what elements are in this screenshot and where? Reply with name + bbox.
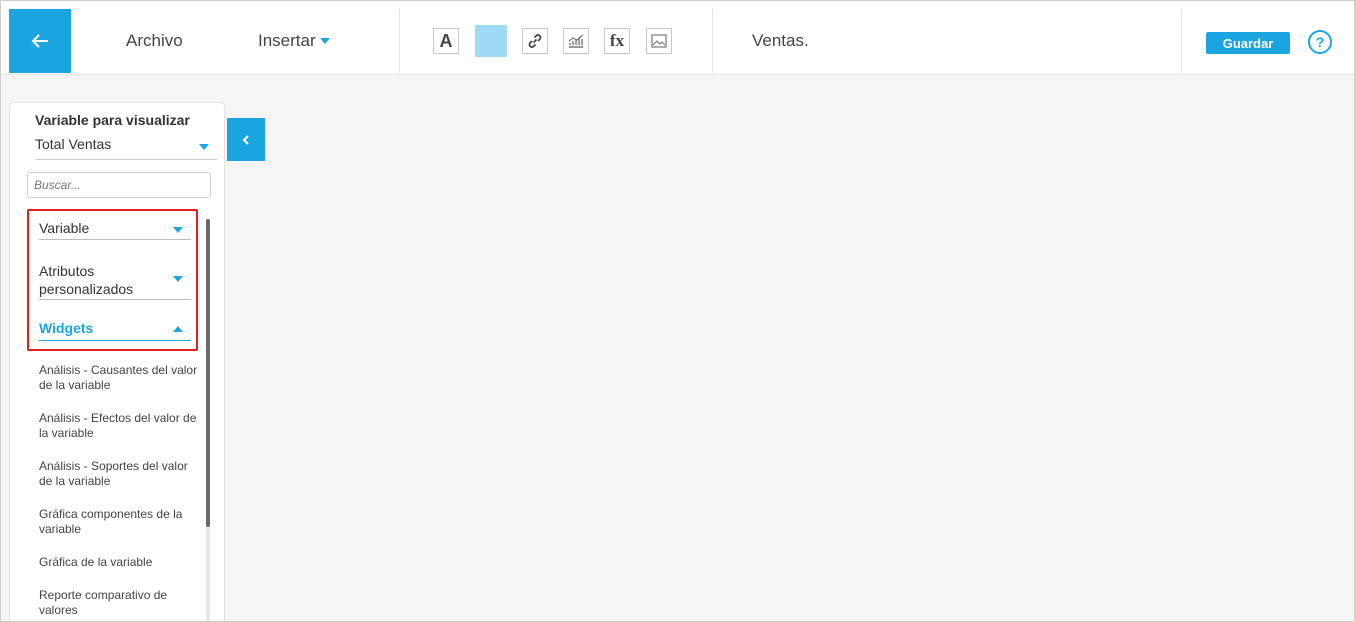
menu-insertar-label: Insertar (258, 31, 316, 50)
collapse-panel-button[interactable] (227, 118, 265, 161)
top-toolbar: Archivo Insertar A fx Ventas. Guardar ? (1, 1, 1354, 75)
panel-title: Variable para visualizar (35, 112, 190, 128)
text-icon: A (439, 30, 453, 51)
menu-insertar[interactable]: Insertar (258, 31, 330, 51)
back-arrow-icon (31, 34, 48, 48)
divider (712, 9, 713, 73)
variable-side-panel: Variable para visualizar Total Ventas Va… (9, 102, 225, 621)
chart-icon (568, 34, 584, 48)
chevron-left-icon (242, 134, 249, 145)
chevron-down-icon (319, 38, 330, 44)
document-title: Ventas. (752, 31, 809, 50)
highlight-annotation (27, 209, 198, 351)
variable-select[interactable]: Total Ventas (35, 136, 217, 160)
widget-list: Análisis - Causantes del valor de la var… (39, 363, 204, 621)
menu-archivo[interactable]: Archivo (126, 31, 183, 51)
scrollbar-thumb[interactable] (206, 219, 210, 527)
list-item[interactable]: Reporte comparativo de valores (39, 588, 204, 618)
color-swatch-button[interactable] (475, 25, 507, 57)
app-window: Archivo Insertar A fx Ventas. Guardar ? … (0, 0, 1355, 622)
save-button[interactable]: Guardar (1206, 32, 1290, 54)
help-icon[interactable]: ? (1308, 30, 1332, 54)
list-item[interactable]: Análisis - Soportes del valor de la vari… (39, 459, 204, 489)
image-button[interactable] (646, 28, 672, 54)
link-icon (528, 34, 542, 48)
text-tool-button[interactable]: A (433, 28, 459, 54)
list-item[interactable]: Análisis - Efectos del valor de la varia… (39, 411, 204, 441)
image-icon (651, 34, 667, 48)
chevron-down-icon (199, 144, 209, 150)
list-item[interactable]: Análisis - Causantes del valor de la var… (39, 363, 204, 393)
chart-button[interactable] (563, 28, 589, 54)
link-button[interactable] (522, 28, 548, 54)
divider (1181, 9, 1182, 73)
divider (399, 9, 400, 73)
formula-icon: fx (609, 31, 625, 50)
variable-select-value: Total Ventas (35, 136, 112, 152)
search-input[interactable] (27, 172, 211, 198)
back-button[interactable] (9, 9, 71, 73)
list-item[interactable]: Gráfica componentes de la variable (39, 507, 204, 537)
formula-button[interactable]: fx (604, 28, 630, 54)
list-item[interactable]: Gráfica de la variable (39, 555, 204, 570)
